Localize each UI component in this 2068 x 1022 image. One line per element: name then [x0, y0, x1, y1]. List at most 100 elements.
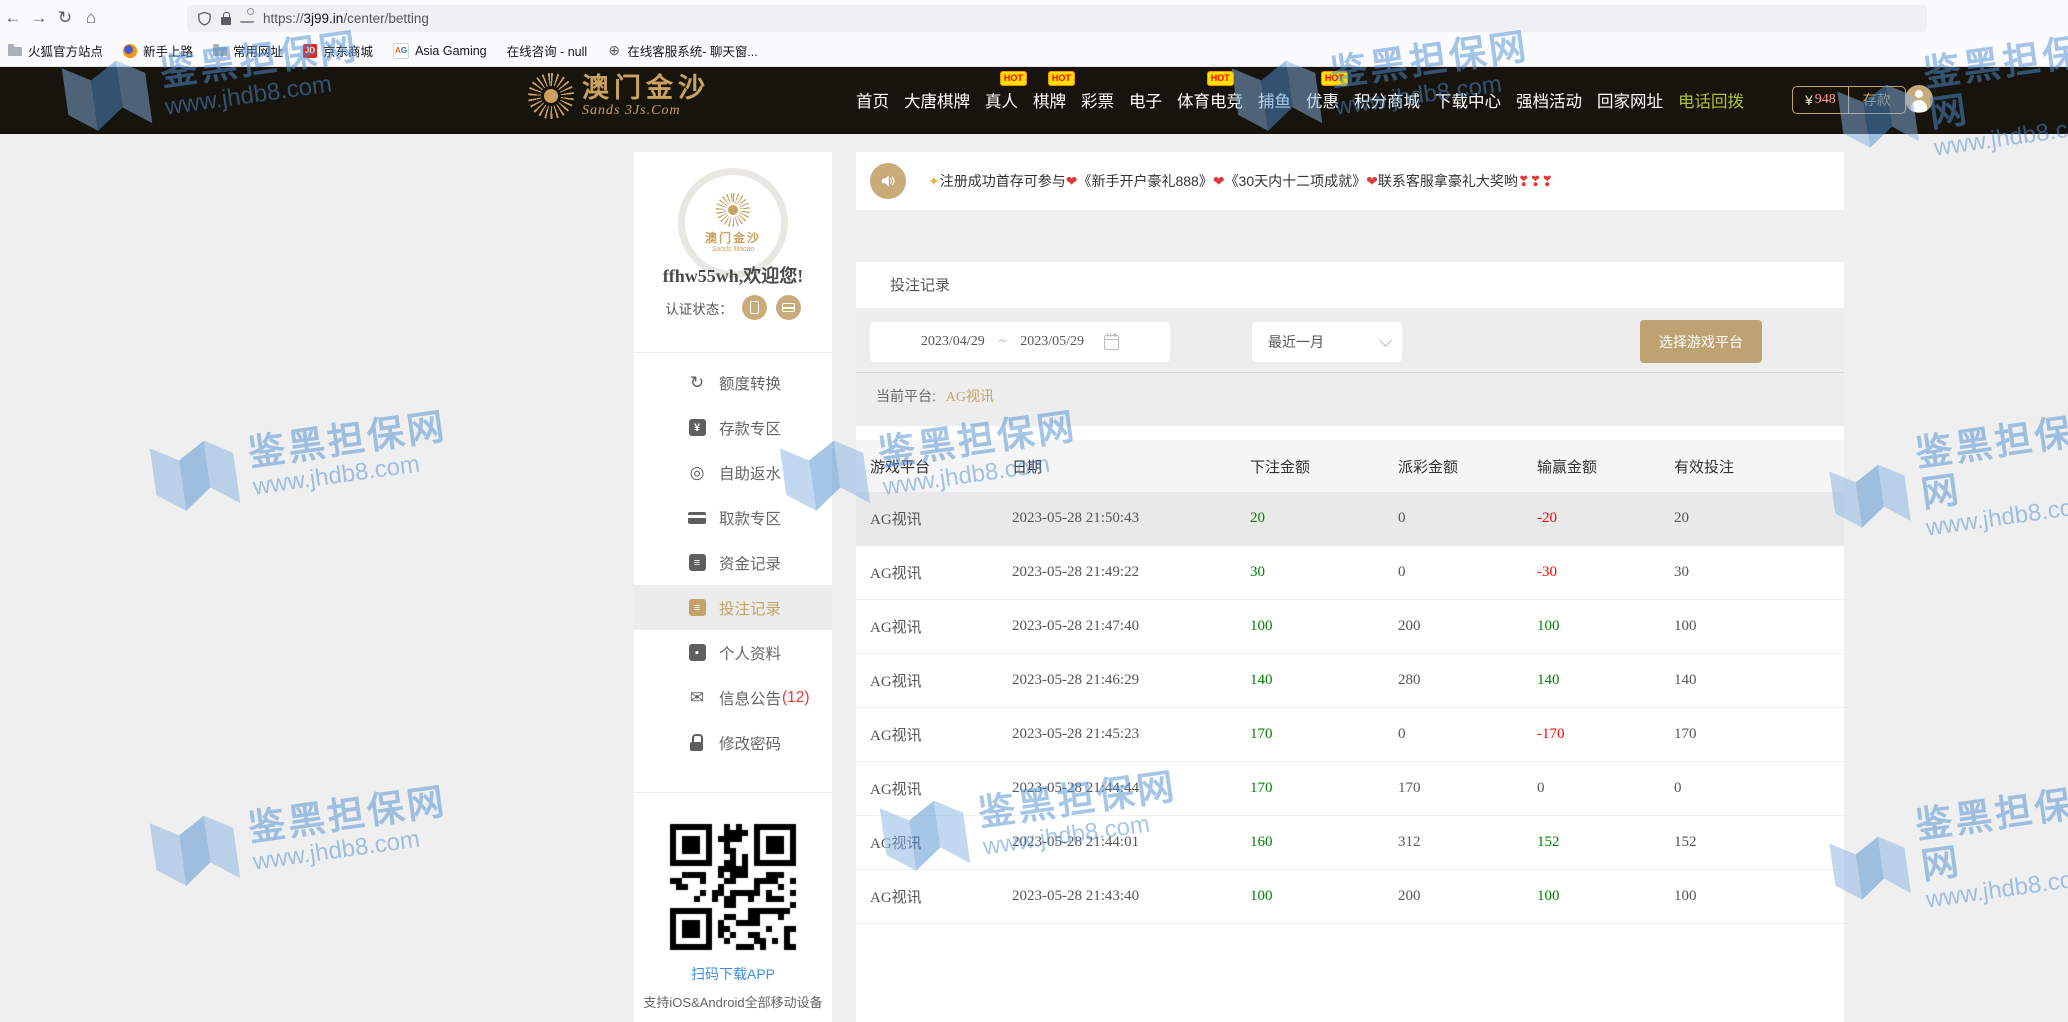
nav-item-1[interactable]: 大唐棋牌 [904, 88, 970, 112]
nav-item-7[interactable]: 捕鱼 [1258, 88, 1291, 112]
user-avatar[interactable] [1905, 85, 1933, 113]
lock-icon[interactable] [221, 17, 231, 25]
sidebar-item-label: 信息公告 [719, 687, 781, 709]
tracking-shield-icon[interactable] [197, 11, 212, 27]
sidebar-item-profile[interactable]: ▪个人资料 [634, 630, 832, 675]
sidebar-item-label: 自助返水 [719, 462, 781, 484]
cell-bet: 100 [1250, 888, 1398, 905]
site-logo[interactable]: 澳门金沙 Sands 3Js.Com [528, 73, 710, 119]
sidebar-item-label: 投注记录 [719, 597, 781, 619]
sunburst-logo-icon [716, 193, 750, 227]
permissions-icon[interactable] [240, 12, 254, 23]
cell-date: 2023-05-28 21:45:23 [1012, 726, 1250, 743]
column-header: 日期 [1012, 456, 1250, 477]
reload-icon[interactable]: ↻ [52, 8, 78, 28]
phone-verified-icon[interactable] [742, 295, 767, 320]
deposit-icon: ¥ [688, 419, 706, 437]
table-row: AG视讯2023-05-28 21:45:231700-170170 [856, 708, 1844, 762]
announcement-text: ✦注册成功首存可参与❤《新手开户豪礼888》❤《30天内十二项成就》❤联系客服拿… [928, 171, 1553, 191]
bank-card-verified-icon[interactable] [776, 295, 801, 320]
nav-item-3[interactable]: 棋牌HOT [1033, 88, 1066, 112]
sidebar-item-exchange[interactable]: ↻额度转换 [634, 360, 832, 405]
bookmark-3[interactable]: JD京东商城 [303, 41, 373, 60]
nav-item-13[interactable]: 电话回拨 [1678, 88, 1744, 112]
watermark-brand: 鉴黑担保网 [246, 781, 450, 849]
cell-payout: 312 [1398, 834, 1537, 851]
back-icon[interactable]: ← [0, 8, 26, 28]
calendar-icon[interactable] [1104, 335, 1119, 350]
current-platform-row: 当前平台: AG视讯 [876, 386, 994, 406]
welcome-text: ffhw55wh,欢迎您! [634, 262, 832, 288]
forward-icon[interactable]: → [26, 8, 52, 28]
password-icon [688, 734, 706, 752]
cell-date: 2023-05-28 21:46:29 [1012, 672, 1250, 689]
date-range-input[interactable]: 2023/04/29 ~ 2023/05/29 [870, 322, 1170, 362]
nav-item-12[interactable]: 回家网址 [1597, 88, 1663, 112]
table-row: AG视讯2023-05-28 21:44:01160312152152 [856, 816, 1844, 870]
bookmark-4[interactable]: AGAsia Gaming [393, 43, 487, 59]
cell-bet: 100 [1250, 618, 1398, 635]
url-text[interactable]: https://3j99.in/center/betting [263, 11, 429, 26]
url-bar[interactable]: https://3j99.in/center/betting [187, 5, 1927, 32]
nav-item-5[interactable]: 电子 [1129, 88, 1162, 112]
cell-bet: 30 [1250, 564, 1398, 581]
browser-toolbar: ← → ↻ ⌂ https://3j99.in/center/betting [0, 0, 2068, 36]
main-nav: 首页大唐棋牌真人HOT 棋牌HOT 彩票电子体育电竞HOT 捕鱼优惠HOT 积分商城下载… [856, 66, 1744, 134]
qr-caption-link[interactable]: 扫码下载APP [634, 964, 832, 984]
date-from: 2023/04/29 [921, 334, 985, 350]
chevron-down-icon [1379, 334, 1392, 347]
unread-count-badge: (12) [782, 689, 810, 707]
range-select[interactable]: 最近一月 [1252, 322, 1402, 362]
hot-badge: HOT [1207, 71, 1234, 86]
balance-pill[interactable]: ¥ 948 存款 [1792, 86, 1906, 114]
cell-platform: AG视讯 [870, 670, 1012, 691]
sidebar-logo-title: 澳门金沙 [705, 229, 761, 246]
sidebar-item-withdraw[interactable]: 取款专区 [634, 495, 832, 540]
betting-records-card: 投注记录 2023/04/29 ~ 2023/05/29 最近一月 选择游戏平台… [856, 262, 1844, 1022]
announcement-part: ❤ [1366, 173, 1378, 189]
nav-item-2[interactable]: 真人HOT [985, 88, 1018, 112]
folder-icon [213, 47, 227, 56]
sidebar-item-betting[interactable]: ≡投注记录 [634, 585, 832, 630]
announcement-bar: ✦注册成功首存可参与❤《新手开户豪礼888》❤《30天内十二项成就》❤联系客服拿… [856, 152, 1844, 210]
logo-title: 澳门金沙 [582, 75, 710, 102]
betting-records-page: { "browser": { "url_prefix": "https://",… [0, 0, 2068, 1022]
sidebar-item-label: 取款专区 [719, 507, 781, 529]
bookmark-0[interactable]: 火狐官方站点 [8, 41, 103, 60]
cell-winloss: 100 [1537, 618, 1674, 635]
cell-winloss: 152 [1537, 834, 1674, 851]
nav-item-11[interactable]: 强档活动 [1516, 88, 1582, 112]
jd-icon: JD [303, 44, 317, 58]
nav-item-8[interactable]: 优惠HOT [1306, 88, 1339, 112]
bookmark-6[interactable]: ⊕在线客服系统- 聊天窗... [607, 41, 758, 60]
date-to: 2023/05/29 [1020, 334, 1084, 350]
nav-item-4[interactable]: 彩票 [1081, 88, 1114, 112]
cell-bet: 170 [1250, 780, 1398, 797]
sidebar-item-label: 修改密码 [719, 732, 781, 754]
home-icon[interactable]: ⌂ [78, 8, 104, 28]
sidebar-item-password[interactable]: 修改密码 [634, 720, 832, 765]
download-app-qr-code [666, 820, 800, 954]
bookmark-5[interactable]: 在线咨询 - null [507, 41, 588, 60]
table-row: AG视讯2023-05-28 21:50:43200-2020 [856, 492, 1844, 546]
watermark-site: www.jhdb8.com [251, 821, 453, 877]
sidebar-item-message[interactable]: ✉信息公告(12) [634, 675, 832, 720]
cell-winloss: 0 [1537, 780, 1674, 797]
firefox-icon [123, 44, 137, 58]
bookmark-1[interactable]: 新手上路 [123, 41, 193, 60]
deposit-button[interactable]: 存款 [1848, 87, 1905, 113]
nav-item-9[interactable]: 积分商城 [1354, 88, 1420, 112]
bookmark-2[interactable]: 常用网址 [213, 41, 283, 60]
nav-item-6[interactable]: 体育电竞HOT [1177, 88, 1243, 112]
hot-badge: HOT [1321, 71, 1348, 86]
table-row: AG视讯2023-05-28 21:44:4417017000 [856, 762, 1844, 816]
nav-item-0[interactable]: 首页 [856, 88, 889, 112]
bookmarks-bar: 火狐官方站点 新手上路 常用网址 JD京东商城 AGAsia Gaming 在线咨询 - … [0, 36, 2068, 65]
sidebar-item-funds[interactable]: ≡资金记录 [634, 540, 832, 585]
choose-platform-button[interactable]: 选择游戏平台 [1640, 320, 1762, 363]
sidebar-item-rebate[interactable]: ◎自助返水 [634, 450, 832, 495]
auth-status-label: 认证状态： [665, 298, 733, 318]
announcement-part: 注册成功首存可参与 [940, 173, 1066, 189]
sidebar-item-deposit[interactable]: ¥存款专区 [634, 405, 832, 450]
nav-item-10[interactable]: 下载中心 [1435, 88, 1501, 112]
